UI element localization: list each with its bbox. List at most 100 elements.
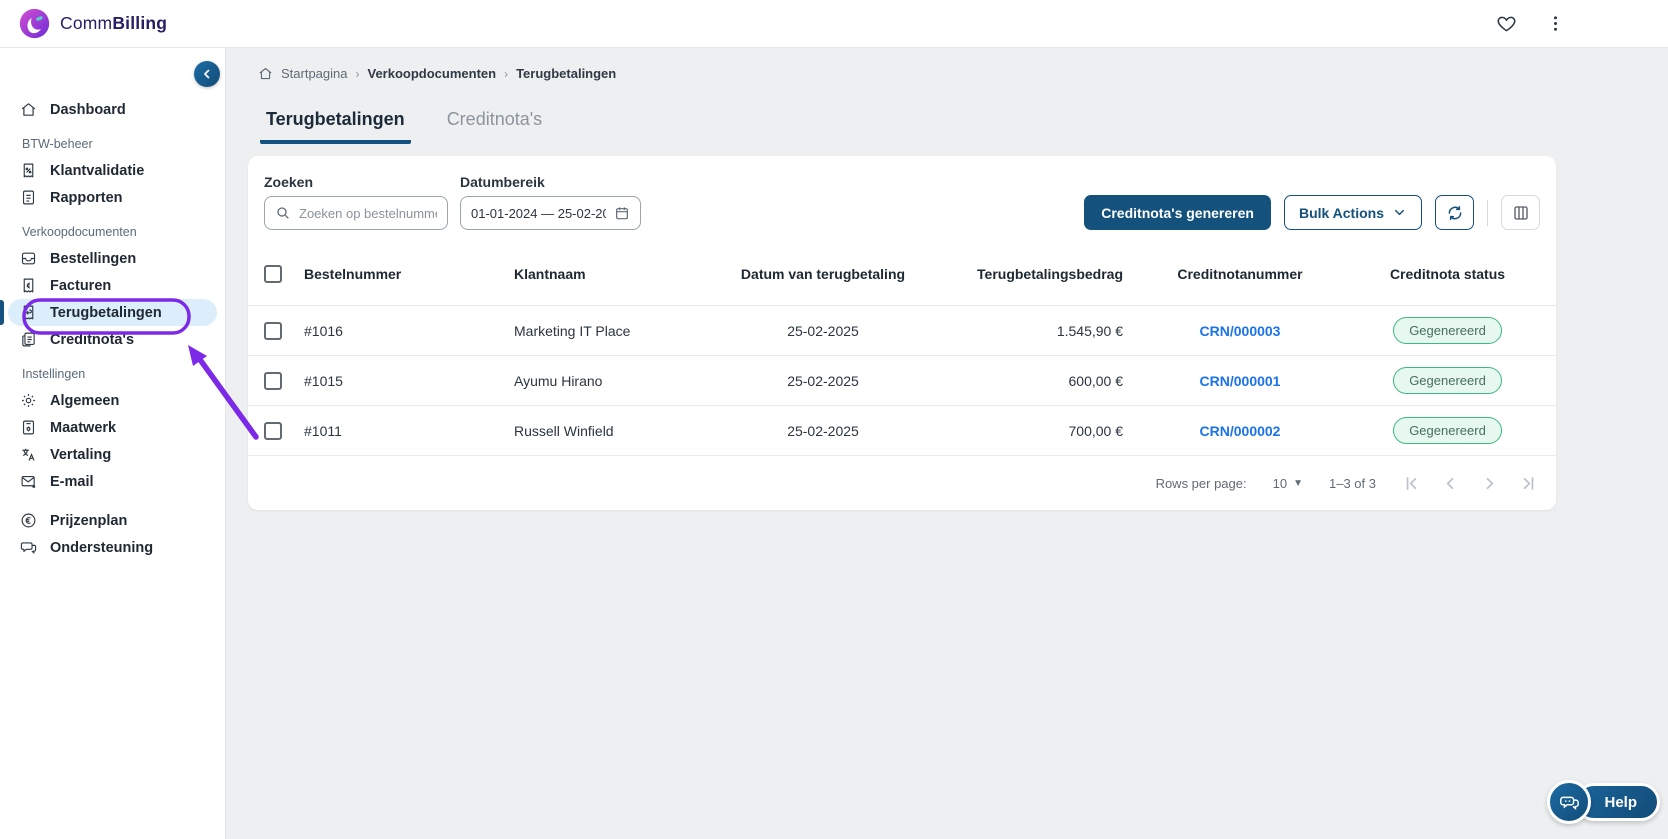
select-all-checkbox[interactable] bbox=[264, 264, 282, 283]
brand-regular: Comm bbox=[60, 13, 113, 33]
sidebar-item-label: Creditnota's bbox=[50, 331, 135, 348]
credit-note-link[interactable]: CRN/000001 bbox=[1125, 373, 1355, 389]
chevron-down-icon bbox=[1395, 209, 1404, 216]
rows-per-page-value: 10 bbox=[1272, 475, 1288, 491]
kebab-menu-icon[interactable] bbox=[1545, 13, 1566, 34]
sidebar-item-bestellingen[interactable]: Bestellingen bbox=[8, 245, 217, 272]
generate-credit-notes-button[interactable]: Creditnota's genereren bbox=[1084, 195, 1271, 230]
rows-per-page-select[interactable]: 10 ▼ bbox=[1273, 476, 1303, 491]
inbox-icon bbox=[21, 252, 36, 265]
refresh-button[interactable] bbox=[1435, 195, 1474, 230]
table-row: #1011 Russell Winfield 25-02-2025 700,00… bbox=[248, 406, 1556, 456]
breadcrumb-separator: › bbox=[504, 66, 509, 81]
sidebar-item-label: Algemeen bbox=[50, 392, 120, 409]
sidebar-item-label: Vertaling bbox=[50, 446, 112, 463]
order-number: #1015 bbox=[304, 372, 343, 389]
customer-name: Russell Winfield bbox=[514, 422, 614, 439]
sidebar-item-maatwerk[interactable]: Maatwerk bbox=[8, 414, 217, 441]
help-label: Help bbox=[1604, 793, 1637, 811]
breadcrumb-item-startpagina[interactable]: Startpagina bbox=[281, 66, 348, 81]
chevron-left-icon bbox=[204, 69, 210, 79]
breadcrumb-item-terugbetalingen: Terugbetalingen bbox=[516, 66, 617, 81]
prev-page-icon[interactable] bbox=[1441, 474, 1460, 493]
sidebar-item-email[interactable]: E-mail bbox=[8, 468, 217, 495]
refund-amount: 1.545,90 € bbox=[1056, 322, 1123, 339]
breadcrumb: Startpagina › Verkoopdocumenten › Terugb… bbox=[226, 48, 1668, 81]
search-input[interactable] bbox=[299, 205, 437, 221]
col-klantnaam: Klantnaam bbox=[514, 265, 586, 282]
sidebar-item-prijzenplan[interactable]: Prijzenplan bbox=[8, 507, 217, 534]
row-checkbox[interactable] bbox=[264, 371, 282, 390]
refund-amount: 700,00 € bbox=[1068, 422, 1124, 439]
row-checkbox[interactable] bbox=[264, 321, 282, 340]
sidebar-item-label: Bestellingen bbox=[50, 250, 137, 267]
translate-icon bbox=[22, 448, 35, 461]
rows-per-page-label: Rows per page: bbox=[1155, 475, 1247, 491]
credit-note-link[interactable]: CRN/000003 bbox=[1125, 323, 1355, 339]
chat-bubbles-icon bbox=[1560, 796, 1580, 810]
first-page-icon[interactable] bbox=[1402, 474, 1421, 493]
gear-icon bbox=[21, 393, 36, 408]
columns-icon bbox=[1513, 205, 1528, 220]
order-number: #1016 bbox=[304, 322, 343, 339]
column-settings-button[interactable] bbox=[1501, 195, 1540, 230]
bulk-actions-label: Bulk Actions bbox=[1298, 204, 1384, 221]
sidebar-item-label: Rapporten bbox=[50, 189, 123, 206]
app-logo[interactable]: CommBilling bbox=[18, 7, 167, 40]
last-page-icon[interactable] bbox=[1519, 474, 1538, 493]
sidebar-item-label: Terugbetalingen bbox=[50, 304, 162, 321]
date-range-label: Datumbereik bbox=[460, 174, 545, 190]
table-row: #1016 Marketing IT Place 25-02-2025 1.54… bbox=[248, 306, 1556, 356]
sync-icon bbox=[1448, 205, 1461, 220]
sidebar-item-label: Klantvalidatie bbox=[50, 162, 145, 179]
sidebar-collapse-button[interactable] bbox=[194, 61, 220, 87]
col-status: Creditnota status bbox=[1389, 265, 1506, 282]
tab-creditnotas[interactable]: Creditnota's bbox=[441, 103, 548, 144]
sidebar-item-rapporten[interactable]: Rapporten bbox=[8, 184, 217, 211]
sidebar-item-vertaling[interactable]: Vertaling bbox=[8, 441, 217, 468]
home-icon bbox=[21, 103, 36, 116]
sidebar-item-ondersteuning[interactable]: Ondersteuning bbox=[8, 534, 217, 561]
date-range-input[interactable]: 01-01-2024 — 25-02-2025 bbox=[460, 196, 641, 230]
status-badge: Gegenereerd bbox=[1393, 317, 1502, 344]
customer-name: Marketing IT Place bbox=[514, 322, 631, 339]
sidebar-item-label: Facturen bbox=[50, 277, 112, 294]
sidebar-item-terugbetalingen[interactable]: Terugbetalingen bbox=[0, 299, 217, 326]
sidebar-item-label: Maatwerk bbox=[50, 419, 117, 436]
sidebar-item-creditnotas[interactable]: Creditnota's bbox=[8, 326, 217, 353]
bulk-actions-button[interactable]: Bulk Actions bbox=[1283, 195, 1422, 230]
favorites-heart-icon[interactable] bbox=[1496, 13, 1517, 34]
tab-terugbetalingen[interactable]: Terugbetalingen bbox=[260, 103, 411, 144]
search-field: Zoeken bbox=[264, 174, 448, 230]
brand-name: CommBilling bbox=[60, 13, 167, 34]
mail-gear-icon bbox=[21, 475, 36, 488]
credit-note-link[interactable]: CRN/000002 bbox=[1125, 423, 1355, 439]
sidebar-item-label: E-mail bbox=[50, 473, 94, 490]
invoice-euro-icon bbox=[23, 278, 34, 293]
table-pagination: Rows per page: 10 ▼ 1–3 of 3 bbox=[248, 456, 1556, 510]
status-badge: Gegenereerd bbox=[1393, 417, 1502, 444]
row-checkbox[interactable] bbox=[264, 421, 282, 440]
sidebar-item-facturen[interactable]: Facturen bbox=[8, 272, 217, 299]
breadcrumb-item-verkoopdocumenten[interactable]: Verkoopdocumenten bbox=[368, 66, 497, 81]
refund-receipt-icon bbox=[23, 305, 34, 320]
euro-circle-icon bbox=[21, 513, 36, 528]
sidebar-item-klantvalidatie[interactable]: Klantvalidatie bbox=[8, 157, 217, 184]
refund-date: 25-02-2025 bbox=[787, 422, 859, 439]
sidebar-item-algemeen[interactable]: Algemeen bbox=[8, 387, 217, 414]
table-row: #1015 Ayumu Hirano 25-02-2025 600,00 € C… bbox=[248, 356, 1556, 406]
brand-swirl-icon bbox=[19, 8, 50, 39]
topbar: CommBilling bbox=[0, 0, 1668, 48]
sidebar-section-verkoop: Verkoopdocumenten bbox=[22, 225, 137, 239]
col-datum: Datum van terugbetaling bbox=[740, 265, 906, 282]
help-button[interactable]: Help bbox=[1547, 780, 1660, 824]
breadcrumb-home-icon bbox=[259, 67, 272, 80]
sidebar-item-dashboard[interactable]: Dashboard bbox=[8, 96, 217, 123]
calendar-icon bbox=[616, 207, 628, 220]
breadcrumb-separator: › bbox=[355, 66, 360, 81]
col-creditnotanummer: Creditnotanummer bbox=[1177, 265, 1303, 282]
order-number: #1011 bbox=[304, 422, 342, 439]
next-page-icon[interactable] bbox=[1480, 474, 1499, 493]
receipt-percent-icon bbox=[23, 163, 34, 178]
search-input-box[interactable] bbox=[264, 196, 448, 230]
